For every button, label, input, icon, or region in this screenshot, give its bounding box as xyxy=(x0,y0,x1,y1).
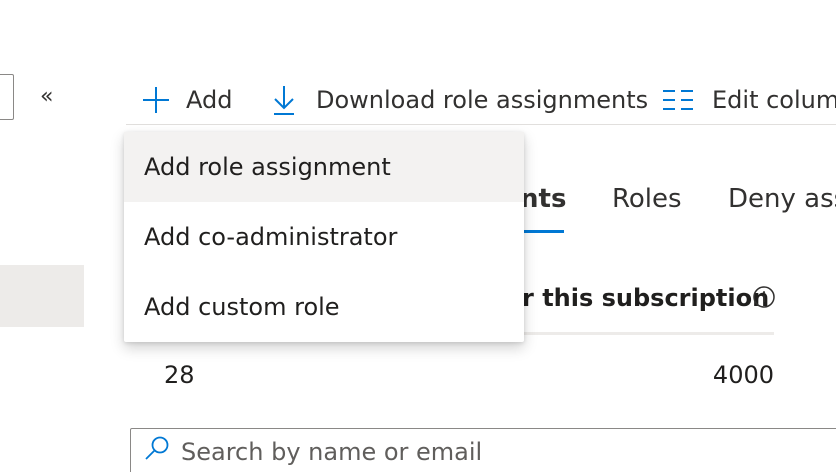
left-search-input[interactable] xyxy=(0,74,14,120)
add-button[interactable]: Add xyxy=(138,80,232,120)
current-assignment-count: 28 xyxy=(164,361,195,389)
download-role-assignments-button[interactable]: Download role assignments xyxy=(266,80,648,120)
menu-item-add-role-assignment[interactable]: Add role assignment xyxy=(124,132,524,202)
left-nav-selected-item[interactable] xyxy=(0,265,84,327)
subscription-limit-heading: r this subscription xyxy=(522,284,770,312)
tab-deny-assignments[interactable]: Deny ass xyxy=(728,184,836,214)
access-control-page: « Add Download role assignments Edit col… xyxy=(0,0,836,472)
command-bar: Add Download role assignments Edit colum xyxy=(126,72,836,125)
search-input[interactable] xyxy=(179,433,783,471)
download-icon xyxy=(266,85,302,115)
add-menu: Add role assignment Add co-administrator… xyxy=(124,132,524,342)
tab-roles[interactable]: Roles xyxy=(612,184,682,214)
edit-columns-button[interactable]: Edit colum xyxy=(660,80,836,120)
collapse-icon[interactable]: « xyxy=(40,84,53,110)
tab-role-assignments[interactable]: nts xyxy=(520,184,566,214)
add-button-label: Add xyxy=(186,86,233,114)
page-title-clip xyxy=(0,0,836,14)
info-icon[interactable] xyxy=(752,285,776,309)
download-button-label: Download role assignments xyxy=(316,86,649,114)
search-box xyxy=(130,428,836,472)
columns-icon xyxy=(660,85,696,115)
edit-columns-label: Edit colum xyxy=(712,86,836,114)
search-icon xyxy=(143,435,171,463)
max-assignment-count: 4000 xyxy=(712,361,774,389)
plus-icon xyxy=(138,85,174,115)
menu-item-add-co-administrator[interactable]: Add co-administrator xyxy=(124,202,524,272)
menu-item-add-custom-role[interactable]: Add custom role xyxy=(124,272,524,342)
